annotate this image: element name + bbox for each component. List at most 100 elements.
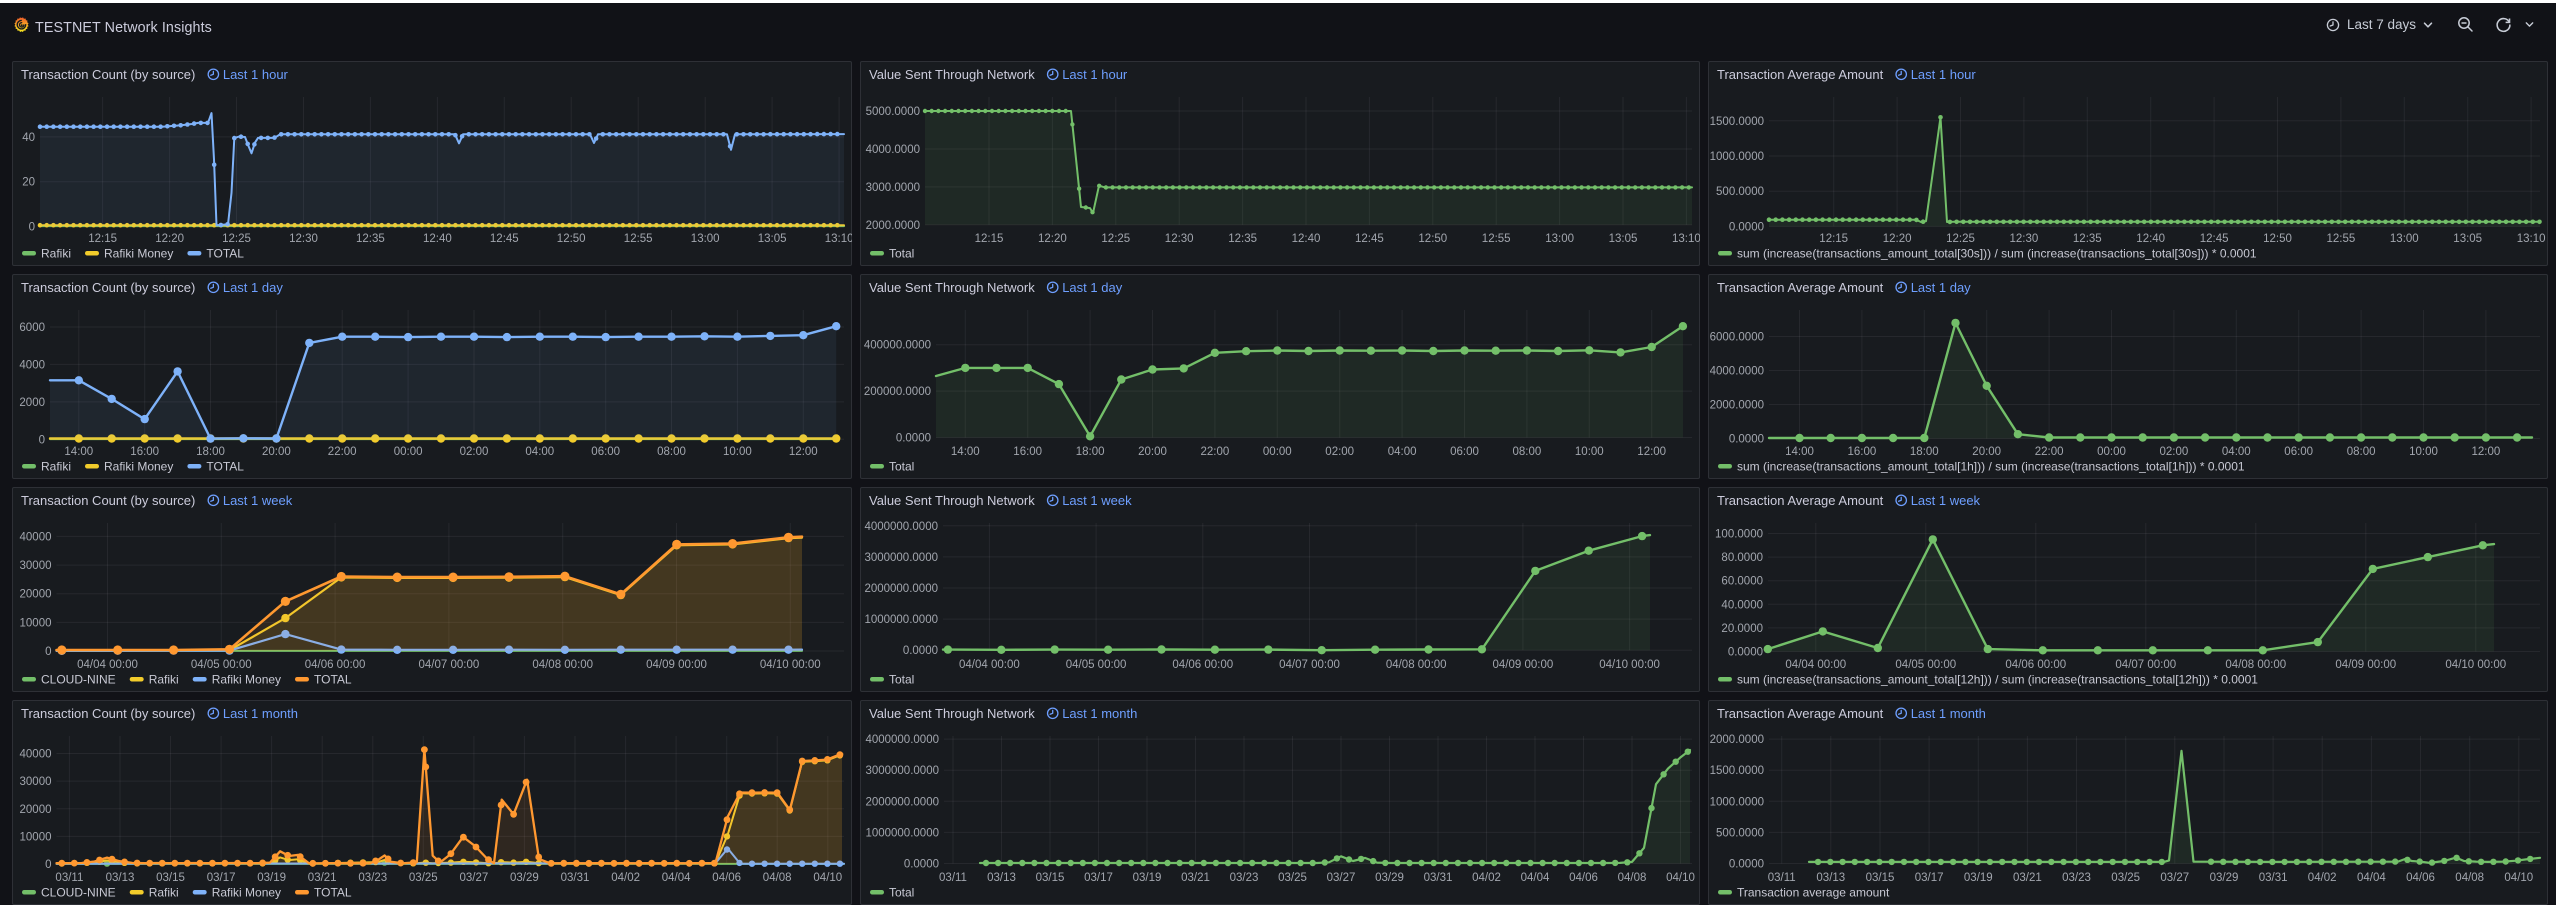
svg-text:10:00: 10:00 (2409, 446, 2438, 458)
svg-text:13:00: 13:00 (2390, 233, 2419, 245)
svg-text:Rafiki: Rafiki (41, 247, 71, 261)
svg-text:200000.0000: 200000.0000 (864, 386, 931, 398)
svg-text:Rafiki Money: Rafiki Money (212, 886, 281, 900)
svg-text:12:55: 12:55 (624, 233, 653, 245)
svg-text:1000000.0000: 1000000.0000 (865, 827, 939, 839)
svg-text:12:00: 12:00 (1637, 446, 1666, 458)
svg-text:Last 1 week: Last 1 week (223, 493, 293, 508)
svg-text:04/06 00:00: 04/06 00:00 (305, 659, 366, 671)
svg-text:TOTAL: TOTAL (206, 460, 244, 474)
svg-text:04/04 00:00: 04/04 00:00 (1785, 659, 1846, 671)
svg-text:40000: 40000 (20, 531, 52, 543)
svg-text:12:00: 12:00 (789, 446, 818, 458)
svg-text:Last 1 day: Last 1 day (223, 280, 283, 295)
svg-text:4000000.0000: 4000000.0000 (864, 521, 938, 533)
svg-text:0.0000: 0.0000 (903, 645, 938, 657)
svg-text:03/31: 03/31 (2259, 872, 2288, 884)
svg-text:13:10: 13:10 (2517, 233, 2546, 245)
svg-text:04/10: 04/10 (1666, 872, 1695, 884)
svg-text:03/23: 03/23 (358, 872, 387, 884)
svg-text:Transaction Average Amount: Transaction Average Amount (1717, 280, 1884, 295)
svg-text:13:05: 13:05 (2453, 233, 2482, 245)
svg-text:Rafiki Money: Rafiki Money (104, 460, 173, 474)
svg-text:0: 0 (29, 222, 35, 234)
svg-text:12:30: 12:30 (289, 233, 318, 245)
svg-text:0.0000: 0.0000 (896, 433, 931, 445)
svg-text:Transaction Count (by source): Transaction Count (by source) (21, 706, 195, 721)
svg-text:04/07 00:00: 04/07 00:00 (419, 659, 480, 671)
svg-text:Value Sent Through Network: Value Sent Through Network (869, 706, 1035, 721)
svg-text:6000.0000: 6000.0000 (1710, 332, 1764, 344)
svg-text:1500.0000: 1500.0000 (1710, 765, 1764, 777)
svg-text:14:00: 14:00 (1785, 446, 1814, 458)
svg-text:0.0000: 0.0000 (1729, 434, 1764, 446)
svg-text:04/06: 04/06 (1569, 872, 1598, 884)
svg-text:08:00: 08:00 (2347, 446, 2376, 458)
svg-text:04/06: 04/06 (712, 872, 741, 884)
svg-text:03/29: 03/29 (2210, 872, 2239, 884)
svg-text:Value Sent Through Network: Value Sent Through Network (869, 280, 1035, 295)
svg-text:03/17: 03/17 (1915, 872, 1944, 884)
svg-text:10:00: 10:00 (1575, 446, 1604, 458)
svg-text:12:25: 12:25 (1946, 233, 1975, 245)
svg-text:20:00: 20:00 (1972, 446, 2001, 458)
svg-text:0.0000: 0.0000 (1728, 647, 1763, 659)
svg-text:08:00: 08:00 (1513, 446, 1542, 458)
svg-text:sum (increase(transactions_amo: sum (increase(transactions_amount_total[… (1737, 247, 2257, 261)
svg-text:80.0000: 80.0000 (1721, 552, 1763, 564)
svg-text:08:00: 08:00 (657, 446, 686, 458)
svg-text:03/15: 03/15 (1866, 872, 1895, 884)
svg-text:12:30: 12:30 (1165, 233, 1194, 245)
svg-text:03/21: 03/21 (308, 872, 337, 884)
svg-text:Transaction Count (by source): Transaction Count (by source) (21, 493, 195, 508)
svg-text:03/19: 03/19 (1133, 872, 1162, 884)
svg-text:02:00: 02:00 (1325, 446, 1354, 458)
svg-text:00:00: 00:00 (1263, 446, 1292, 458)
svg-text:04/05 00:00: 04/05 00:00 (1066, 659, 1127, 671)
svg-text:04/10: 04/10 (813, 872, 842, 884)
svg-text:13:00: 13:00 (1545, 233, 1574, 245)
svg-text:20: 20 (22, 177, 35, 189)
svg-text:04/07 00:00: 04/07 00:00 (2115, 659, 2176, 671)
svg-text:Last 1 day: Last 1 day (1911, 280, 1971, 295)
svg-text:06:00: 06:00 (591, 446, 620, 458)
svg-text:04/09 00:00: 04/09 00:00 (1493, 659, 1554, 671)
svg-text:12:25: 12:25 (1101, 233, 1130, 245)
svg-text:06:00: 06:00 (1450, 446, 1479, 458)
svg-text:04/04: 04/04 (662, 872, 691, 884)
svg-text:04/08 00:00: 04/08 00:00 (532, 659, 593, 671)
svg-text:Rafiki: Rafiki (149, 886, 179, 900)
svg-text:04/05 00:00: 04/05 00:00 (191, 659, 252, 671)
svg-text:03/19: 03/19 (257, 872, 286, 884)
svg-text:10000: 10000 (20, 617, 52, 629)
svg-text:12:00: 12:00 (2472, 446, 2501, 458)
svg-text:04/07 00:00: 04/07 00:00 (1279, 659, 1340, 671)
svg-text:10000: 10000 (20, 831, 52, 843)
svg-text:12:45: 12:45 (490, 233, 519, 245)
svg-text:12:35: 12:35 (356, 233, 385, 245)
svg-text:1000000.0000: 1000000.0000 (864, 614, 938, 626)
svg-text:12:40: 12:40 (423, 233, 452, 245)
svg-text:03/11: 03/11 (939, 872, 967, 884)
svg-text:03/11: 03/11 (1768, 872, 1796, 884)
svg-text:0.0000: 0.0000 (904, 859, 939, 871)
svg-text:4000.0000: 4000.0000 (1710, 366, 1764, 378)
svg-text:04/09 00:00: 04/09 00:00 (646, 659, 707, 671)
svg-text:Last 1 week: Last 1 week (1062, 493, 1132, 508)
svg-text:04/02: 04/02 (1472, 872, 1501, 884)
svg-text:TOTAL: TOTAL (314, 886, 352, 900)
svg-text:40.0000: 40.0000 (1721, 599, 1763, 611)
svg-text:18:00: 18:00 (196, 446, 225, 458)
svg-text:12:55: 12:55 (2327, 233, 2356, 245)
svg-text:12:50: 12:50 (2263, 233, 2292, 245)
svg-text:Transaction Average Amount: Transaction Average Amount (1717, 706, 1884, 721)
svg-text:22:00: 22:00 (1201, 446, 1230, 458)
svg-text:04/02: 04/02 (2308, 872, 2337, 884)
svg-text:04:00: 04:00 (525, 446, 554, 458)
svg-text:Total: Total (889, 460, 914, 474)
svg-text:06:00: 06:00 (2284, 446, 2313, 458)
svg-text:03/13: 03/13 (1816, 872, 1845, 884)
svg-text:Transaction Count (by source): Transaction Count (by source) (21, 280, 195, 295)
svg-text:TOTAL: TOTAL (314, 673, 352, 687)
svg-text:22:00: 22:00 (2035, 446, 2064, 458)
